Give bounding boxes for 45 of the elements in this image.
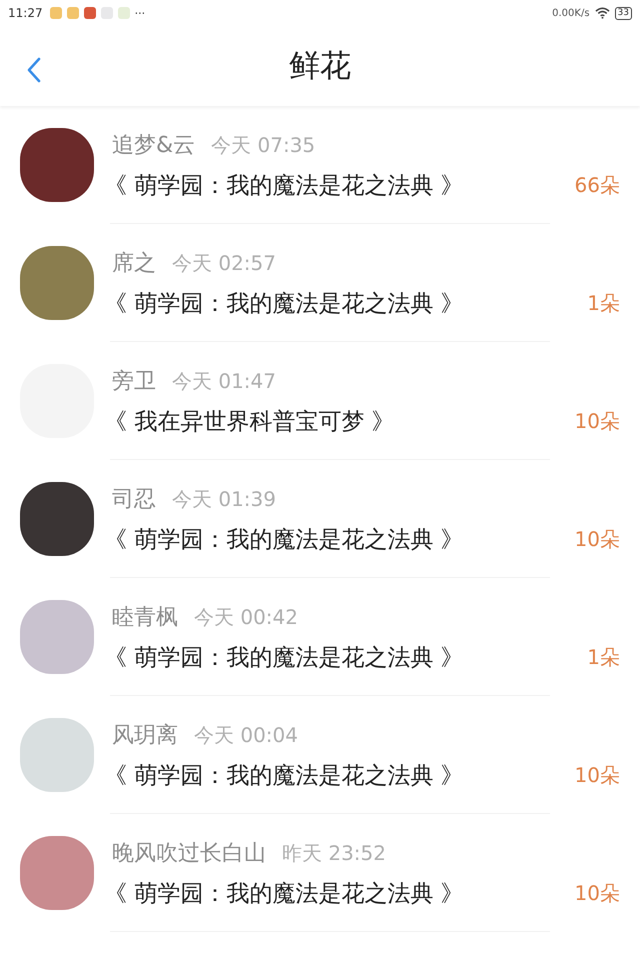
list-item[interactable]: 晚风吹过长白山 昨天 23:52 《 萌学园：我的魔法是花之法典 》 10朵 [0,814,640,932]
list-item[interactable]: 旁卫 今天 01:47 《 我在异世界科普宝可梦 》 10朵 [0,342,640,460]
list-item[interactable]: 风玥离 今天 00:04 《 萌学园：我的魔法是花之法典 》 10朵 [0,696,640,814]
book-title: 《 萌学园：我的魔法是花之法典 》 [104,290,464,318]
book-title: 《 萌学园：我的魔法是花之法典 》 [104,526,464,554]
user-name: 风玥离 [112,722,178,750]
user-name: 晚风吹过长白山 [112,840,266,868]
timestamp: 今天 00:04 [194,722,298,748]
flower-count: 10朵 [574,526,620,552]
more-notifications: ··· [134,6,146,20]
list-item[interactable]: 睦青枫 今天 00:42 《 萌学园：我的魔法是花之法典 》 1朵 [0,578,640,696]
timestamp: 今天 01:39 [172,486,276,512]
user-name: 追梦&云 [112,132,196,160]
page-title: 鲜花 [289,47,351,86]
timestamp: 今天 07:35 [211,132,316,158]
wifi-icon [594,7,610,19]
user-name: 旁卫 [112,368,156,396]
notification-icon [118,7,130,19]
timestamp: 今天 01:47 [172,368,276,394]
user-name: 睦青枫 [112,604,178,632]
notification-icon [50,7,62,19]
user-name: 席之 [112,250,156,278]
flower-count: 10朵 [574,762,620,788]
timestamp: 今天 02:57 [172,250,276,276]
book-title: 《 萌学园：我的魔法是花之法典 》 [104,762,464,790]
flower-count: 10朵 [574,880,620,906]
flower-count: 1朵 [587,290,620,316]
status-time: 11:27 [8,6,43,20]
notification-icon [66,7,79,19]
book-title: 《 萌学园：我的魔法是花之法典 》 [104,644,464,672]
list-item[interactable]: 追梦&云 今天 07:35 《 萌学园：我的魔法是花之法典 》 66朵 [0,106,640,224]
network-speed: 0.00K/s [552,8,590,18]
battery-level: 33 [614,6,632,20]
book-title: 《 萌学园：我的魔法是花之法典 》 [104,172,464,200]
flower-count: 1朵 [587,644,620,670]
notification-icon [84,7,96,19]
timestamp: 昨天 23:52 [282,840,386,866]
flower-count: 66朵 [574,172,620,198]
list-item[interactable]: 司忍 今天 01:39 《 萌学园：我的魔法是花之法典 》 10朵 [0,460,640,578]
timestamp: 今天 00:42 [194,604,298,630]
book-title: 《 萌学园：我的魔法是花之法典 》 [104,880,464,908]
user-name: 司忍 [112,486,156,514]
book-title: 《 我在异世界科普宝可梦 》 [104,408,395,436]
list-item[interactable]: 席之 今天 02:57 《 萌学园：我的魔法是花之法典 》 1朵 [0,224,640,342]
flower-count: 10朵 [574,408,620,434]
